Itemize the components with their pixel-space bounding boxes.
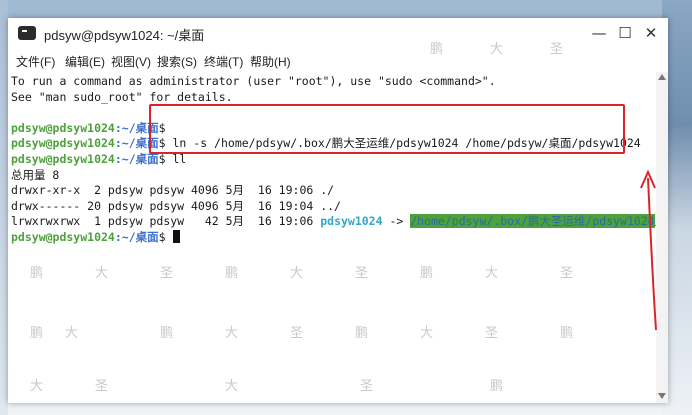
ls-row-parent: drwx------ 20 pdsyw pdsyw 4096 5月 16 19:… bbox=[11, 198, 341, 213]
watermark-char: 圣 bbox=[360, 379, 374, 394]
symlink-target: /home/pdsyw/.box/鹏大圣运维/pdsyw1024 bbox=[410, 214, 655, 229]
watermark-char: 大 bbox=[95, 266, 109, 281]
text-cursor bbox=[172, 230, 180, 243]
watermark-char: 大 bbox=[420, 326, 434, 341]
watermark-char: 大 bbox=[290, 266, 304, 281]
watermark-char: 大 bbox=[485, 266, 499, 281]
watermark-char: 鹏 bbox=[355, 326, 369, 341]
prompt-user: pdsyw@pdsyw1024 bbox=[11, 152, 115, 166]
watermark-char: 鹏 bbox=[420, 266, 434, 281]
annotation-highlight-box bbox=[149, 104, 625, 154]
menu-search[interactable]: 搜索(S) bbox=[157, 53, 197, 70]
terminal-window: pdsyw@pdsyw1024: ~/桌面 — ☐ ✕ 文件(F) 编辑(E) … bbox=[8, 18, 668, 403]
watermark-char: 大 bbox=[225, 326, 239, 341]
watermark-char: 鹏 bbox=[30, 326, 44, 341]
watermark-char: 圣 bbox=[160, 266, 174, 281]
total-line: 总用量 8 bbox=[11, 167, 60, 182]
vertical-scrollbar[interactable] bbox=[656, 72, 668, 403]
menu-view[interactable]: 视图(V) bbox=[111, 53, 151, 70]
watermark-char: 鹏 bbox=[490, 379, 504, 394]
close-button[interactable]: ✕ bbox=[640, 22, 662, 44]
watermark-char: 圣 bbox=[95, 379, 109, 394]
menu-edit[interactable]: 编辑(E) bbox=[65, 53, 105, 70]
watermark-char: 圣 bbox=[560, 266, 574, 281]
watermark-char: 大 bbox=[65, 326, 79, 341]
symlink-name: pdsyw1024 bbox=[320, 214, 383, 229]
ls-row-symlink: lrwxrwxrwx 1 pdsyw pdsyw 42 5月 16 19:06 … bbox=[11, 214, 662, 230]
intro-line-2: See "man sudo_root" for details. bbox=[11, 89, 233, 104]
menu-help[interactable]: 帮助(H) bbox=[250, 53, 291, 70]
prompt-user: pdsyw@pdsyw1024 bbox=[11, 136, 115, 151]
ls-row-current: drwxr-xr-x 2 pdsyw pdsyw 4096 5月 16 19:0… bbox=[11, 183, 335, 198]
window-title: pdsyw@pdsyw1024: ~/桌面 bbox=[44, 28, 205, 43]
prompt-user: pdsyw@pdsyw1024 bbox=[11, 230, 115, 244]
scroll-down-icon[interactable] bbox=[658, 393, 666, 399]
prompt-line-1: pdsyw@pdsyw1024:~/桌面$ bbox=[11, 121, 166, 137]
watermark-char: 圣 bbox=[355, 266, 369, 281]
watermark-char: 大 bbox=[225, 379, 239, 394]
command-ll: ll bbox=[165, 152, 187, 166]
terminal-app-icon bbox=[18, 26, 36, 40]
watermark-char: 圣 bbox=[550, 42, 564, 57]
prompt-path: :~/桌面 bbox=[114, 230, 159, 244]
title-bar[interactable]: pdsyw@pdsyw1024: ~/桌面 — ☐ ✕ bbox=[8, 18, 668, 48]
watermark-char: 鹏 bbox=[160, 326, 174, 341]
maximize-button[interactable]: ☐ bbox=[614, 22, 636, 44]
ls-row-prefix: lrwxrwxrwx 1 pdsyw pdsyw 42 5月 16 19:06 bbox=[11, 214, 321, 229]
watermark-char: 鹏 bbox=[225, 266, 239, 281]
prompt-line-3: pdsyw@pdsyw1024:~/桌面$ ll bbox=[11, 152, 186, 168]
watermark-char: 鹏 bbox=[30, 266, 44, 281]
prompt-line-current: pdsyw@pdsyw1024:~/桌面$ bbox=[11, 230, 180, 246]
prompt-symbol: $ bbox=[158, 152, 166, 166]
watermark-char: 大 bbox=[30, 379, 44, 394]
watermark-char: 鹏 bbox=[430, 42, 444, 57]
watermark-char: 圣 bbox=[290, 326, 304, 341]
scroll-up-icon[interactable] bbox=[658, 74, 666, 80]
minimize-button[interactable]: — bbox=[588, 22, 610, 44]
prompt-path: :~/桌面 bbox=[114, 152, 159, 166]
watermark-char: 圣 bbox=[485, 326, 499, 341]
prompt-user: pdsyw@pdsyw1024 bbox=[11, 120, 115, 135]
prompt-symbol: $ bbox=[158, 230, 166, 244]
menu-bar: 文件(F) 编辑(E) 视图(V) 搜索(S) 终端(T) 帮助(H) bbox=[8, 48, 668, 72]
menu-terminal[interactable]: 终端(T) bbox=[204, 53, 243, 70]
symlink-arrow: -> bbox=[382, 214, 411, 229]
desktop-background-left bbox=[0, 0, 8, 415]
watermark-char: 大 bbox=[490, 42, 504, 57]
watermark-char: 鹏 bbox=[560, 326, 574, 341]
intro-line-1: To run a command as administrator (user … bbox=[11, 74, 496, 88]
menu-file[interactable]: 文件(F) bbox=[16, 53, 55, 70]
